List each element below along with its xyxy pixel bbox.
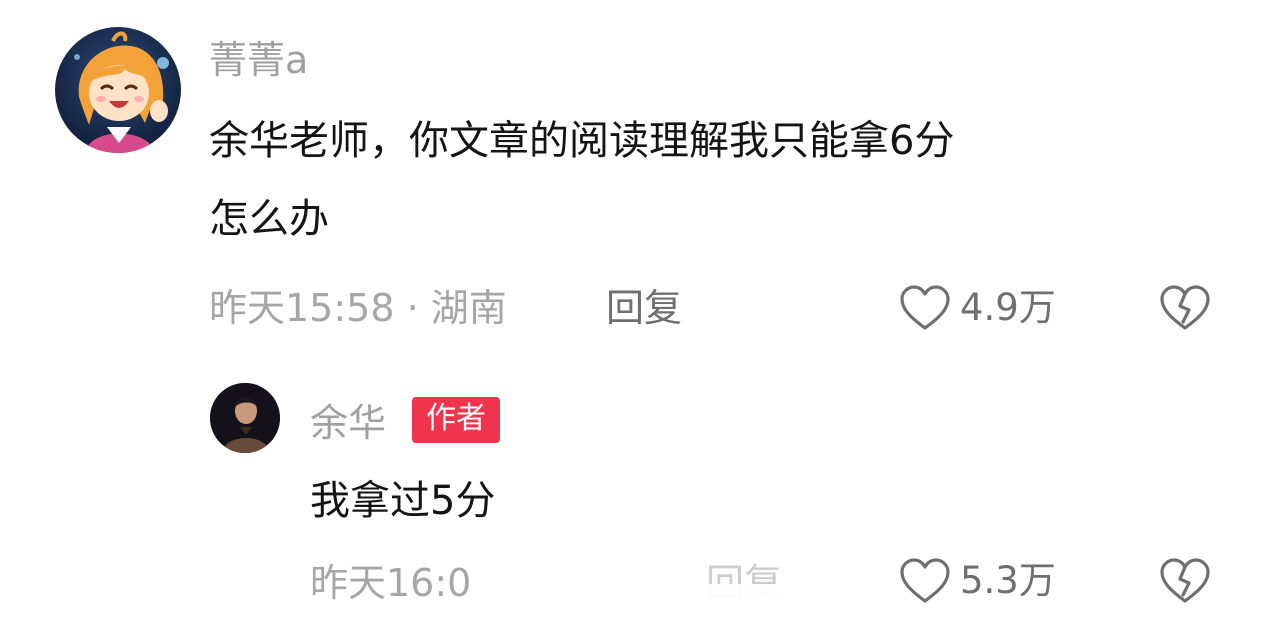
reply-meta: 昨天16:0 (310, 561, 472, 605)
reply-button[interactable]: 回复 (606, 288, 682, 328)
watermark-overlay (470, 584, 820, 618)
dislike-button[interactable] (1158, 557, 1212, 605)
comment-username[interactable]: 菁菁a (209, 40, 308, 80)
heart-outline-icon (900, 285, 950, 330)
avatar[interactable] (55, 27, 181, 153)
dislike-button[interactable] (1158, 284, 1212, 332)
reply-username[interactable]: 余华 (310, 403, 386, 443)
comment-text-line: 余华老师，你文章的阅读理解我只能拿6分 (209, 118, 955, 164)
comment-text-line: 怎么办 (209, 196, 329, 242)
reply-text: 我拿过5分 (310, 478, 496, 524)
author-badge: 作者 (412, 397, 500, 443)
like-button[interactable]: 5.3万 (898, 557, 1056, 605)
comment-thread: 菁菁a 余华老师，你文章的阅读理解我只能拿6分 怎么办 昨天15:58 · 湖南… (0, 0, 1280, 631)
like-count: 5.3万 (960, 559, 1056, 602)
comment-text: 余华老师，你文章的阅读理解我只能拿6分 怎么办 (209, 102, 954, 258)
comment-meta: 昨天15:58 · 湖南 (209, 286, 507, 330)
broken-heart-icon (1160, 558, 1210, 603)
broken-heart-icon (1160, 285, 1210, 330)
heart-outline-icon (900, 558, 950, 603)
man-portrait-avatar-icon (210, 383, 280, 453)
like-button[interactable]: 4.9万 (898, 284, 1056, 332)
anime-girl-avatar-icon (55, 27, 181, 153)
like-count: 4.9万 (960, 286, 1056, 329)
avatar[interactable] (210, 383, 280, 453)
